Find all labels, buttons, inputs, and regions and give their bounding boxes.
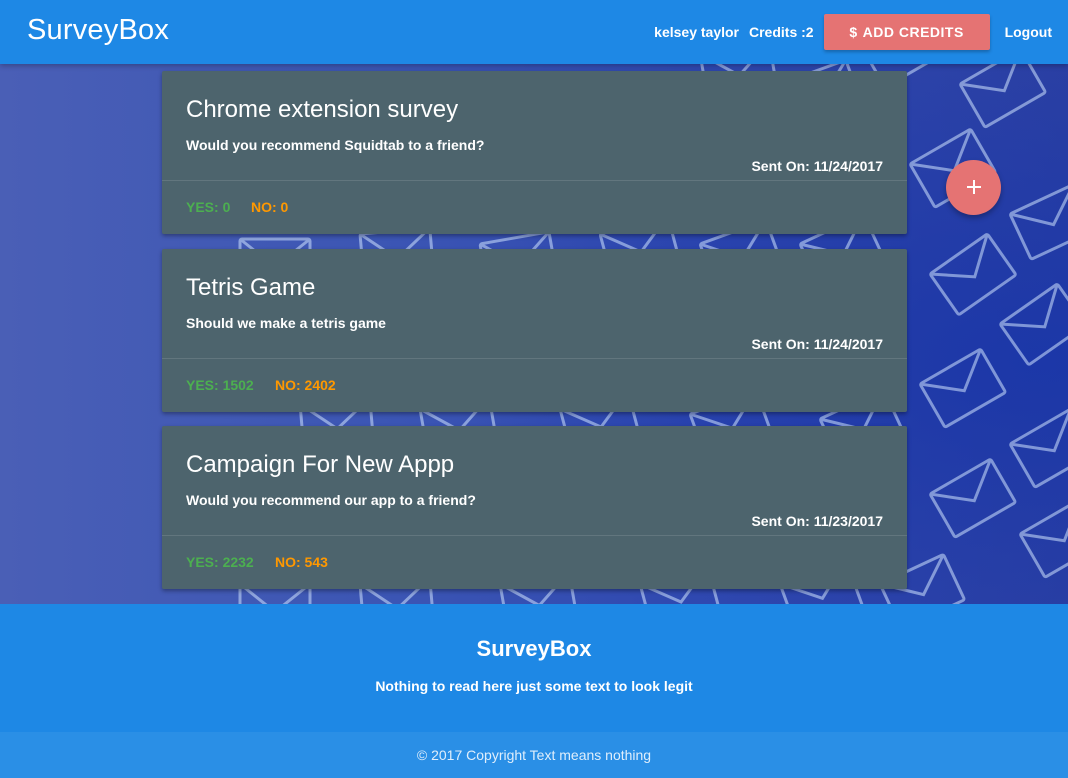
- survey-no-count: NO: 543: [275, 554, 328, 570]
- survey-card: Chrome extension survey Would you recomm…: [162, 71, 907, 234]
- card-divider: [162, 180, 907, 181]
- survey-sent-date: Sent On: 11/24/2017: [751, 336, 883, 352]
- survey-no-count: NO: 2402: [275, 377, 336, 393]
- survey-yes-count: YES: 2232: [186, 554, 254, 570]
- nav-right: kelsey taylor Credits :2 $ ADD CREDITS L…: [654, 14, 1052, 50]
- user-name: kelsey taylor: [654, 24, 739, 40]
- survey-yes-count: YES: 0: [186, 199, 231, 215]
- footer: SurveyBox Nothing to read here just some…: [0, 604, 1068, 732]
- dollar-icon: $: [849, 24, 858, 40]
- footer-title: SurveyBox: [476, 636, 592, 661]
- survey-question: Should we make a tetris game: [186, 315, 386, 331]
- survey-title: Chrome extension survey: [186, 96, 459, 123]
- survey-no-count: NO: 0: [251, 199, 289, 215]
- survey-question: Would you recommend our app to a friend?: [186, 492, 476, 508]
- card-divider: [162, 358, 907, 359]
- brand-logo[interactable]: SurveyBox: [27, 14, 169, 47]
- survey-sent-date: Sent On: 11/23/2017: [751, 513, 883, 529]
- survey-card: Tetris Game Should we make a tetris game…: [162, 249, 907, 412]
- footer-text: Nothing to read here just some text to l…: [375, 678, 693, 694]
- new-survey-button[interactable]: [946, 160, 1001, 215]
- survey-title: Tetris Game: [186, 274, 316, 301]
- navbar: SurveyBox kelsey taylor Credits :2 $ ADD…: [0, 0, 1068, 64]
- credits-count: Credits :2: [749, 24, 814, 40]
- logout-link[interactable]: Logout: [1005, 24, 1052, 40]
- survey-question: Would you recommend Squidtab to a friend…: [186, 137, 485, 153]
- survey-card: Campaign For New Appp Would you recommen…: [162, 426, 907, 589]
- survey-yes-count: YES: 1502: [186, 377, 254, 393]
- add-credits-button[interactable]: $ ADD CREDITS: [823, 14, 990, 50]
- survey-title: Campaign For New Appp: [186, 451, 455, 478]
- survey-sent-date: Sent On: 11/24/2017: [751, 158, 883, 174]
- footer-copyright: © 2017 Copyright Text means nothing: [0, 732, 1068, 778]
- card-divider: [162, 535, 907, 536]
- add-credits-label: ADD CREDITS: [862, 24, 964, 40]
